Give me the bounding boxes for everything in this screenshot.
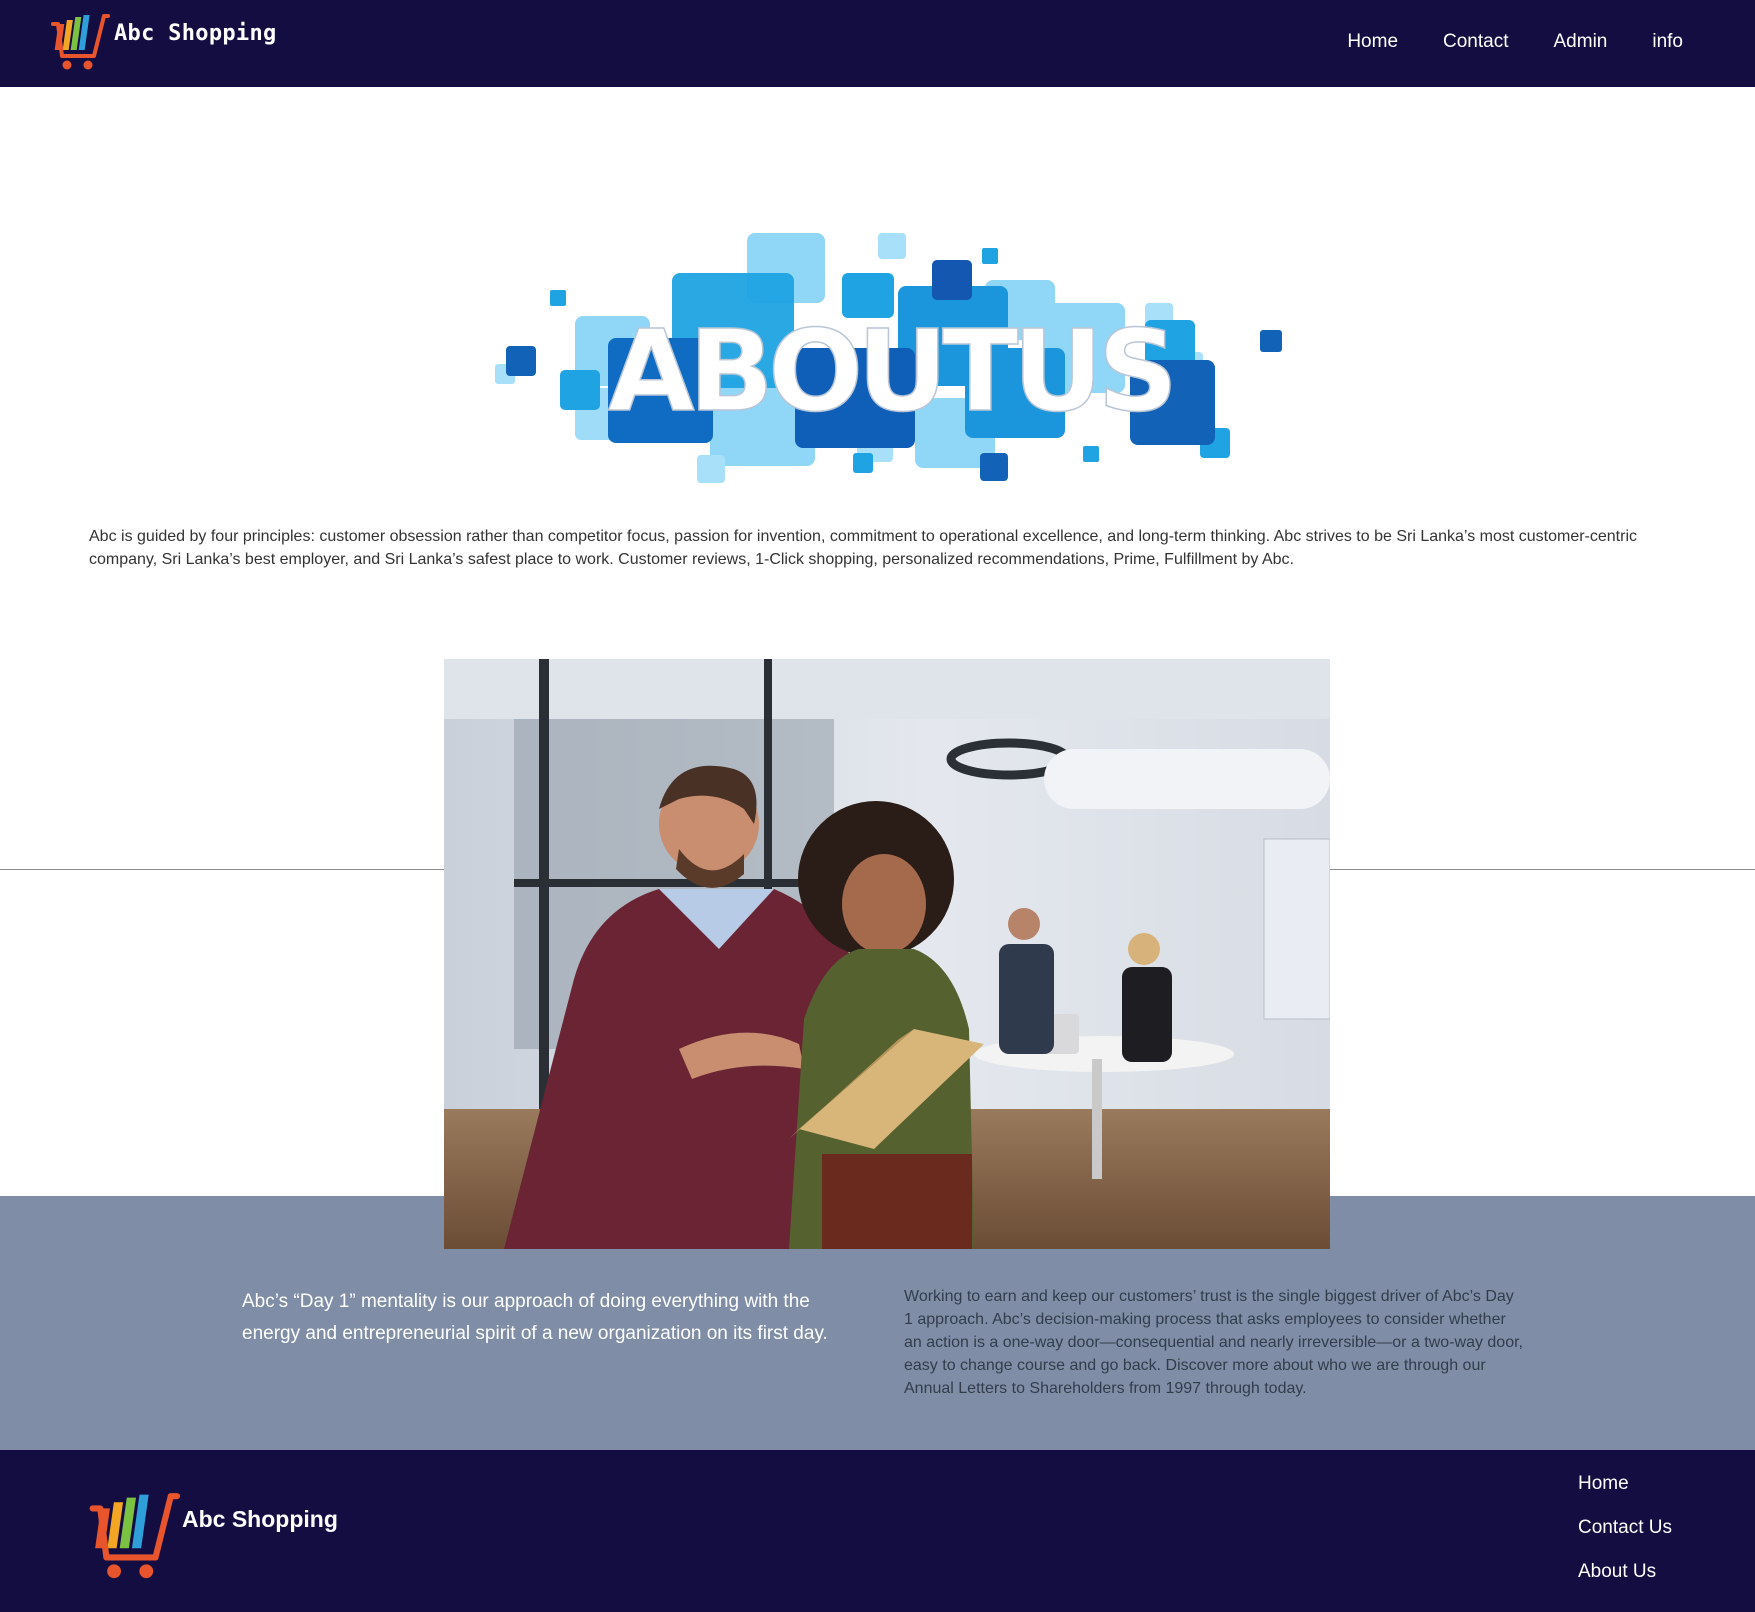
- footer: Abc Shopping Home Contact Us About Us: [0, 1450, 1755, 1612]
- shopping-cart-logo-icon: [51, 14, 110, 70]
- about-intro-text: Abc is guided by four principles: custom…: [89, 528, 1638, 568]
- day-one-mentality-text: Abc’s “Day 1” mentality is our approach …: [242, 1291, 828, 1344]
- team-photo-image: [444, 659, 1330, 1249]
- shopping-cart-logo-icon: [89, 1493, 180, 1579]
- footer-home-link[interactable]: Home: [1578, 1472, 1672, 1516]
- footer-brand-name: Abc Shopping: [182, 1506, 338, 1532]
- footer-about-us-link[interactable]: About Us: [1578, 1560, 1672, 1604]
- customer-trust-text: Working to earn and keep our customers’ …: [904, 1288, 1523, 1397]
- footer-brand[interactable]: Abc Shopping: [88, 1490, 338, 1582]
- nav-contact-link[interactable]: Contact: [1443, 31, 1508, 53]
- about-us-banner: ABOUTUS: [490, 228, 1290, 488]
- main-nav: Home Contact Admin info: [1302, 31, 1683, 53]
- nav-info-link[interactable]: info: [1652, 31, 1683, 53]
- team-photo: [444, 659, 1330, 1249]
- about-us-banner-graphic: ABOUTUS: [495, 233, 1282, 483]
- brand-name: Abc Shopping: [114, 21, 277, 46]
- about-us-banner-text: ABOUTUS: [608, 307, 1172, 437]
- top-navbar: Abc Shopping Home Contact Admin info: [0, 0, 1755, 87]
- footer-contact-us-link[interactable]: Contact Us: [1578, 1516, 1672, 1560]
- brand[interactable]: Abc Shopping: [50, 12, 277, 74]
- nav-admin-link[interactable]: Admin: [1554, 31, 1608, 53]
- footer-nav: Home Contact Us About Us: [1578, 1472, 1672, 1604]
- nav-home-link[interactable]: Home: [1347, 31, 1398, 53]
